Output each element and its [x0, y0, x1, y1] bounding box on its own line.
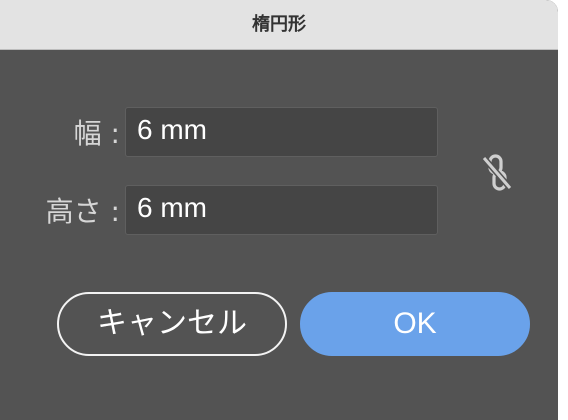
width-value[interactable]: 6 mm	[137, 112, 207, 148]
width-input[interactable]: 6 mm	[125, 107, 438, 157]
height-input[interactable]: 6 mm	[125, 185, 438, 235]
dialog-title: 楕円形	[252, 14, 306, 35]
ok-button[interactable]: OK	[300, 292, 530, 356]
cancel-button[interactable]: キャンセル	[57, 292, 287, 356]
unlink-chain-icon[interactable]	[478, 152, 516, 194]
height-value[interactable]: 6 mm	[137, 190, 207, 226]
title-bar[interactable]: 楕円形	[0, 0, 558, 50]
height-label: 高さ :	[45, 195, 120, 228]
width-label: 幅 :	[73, 117, 120, 150]
ellipse-dialog: 楕円形 幅 : 6 mm 高さ : 6 mm キャンセル OK	[0, 0, 558, 420]
